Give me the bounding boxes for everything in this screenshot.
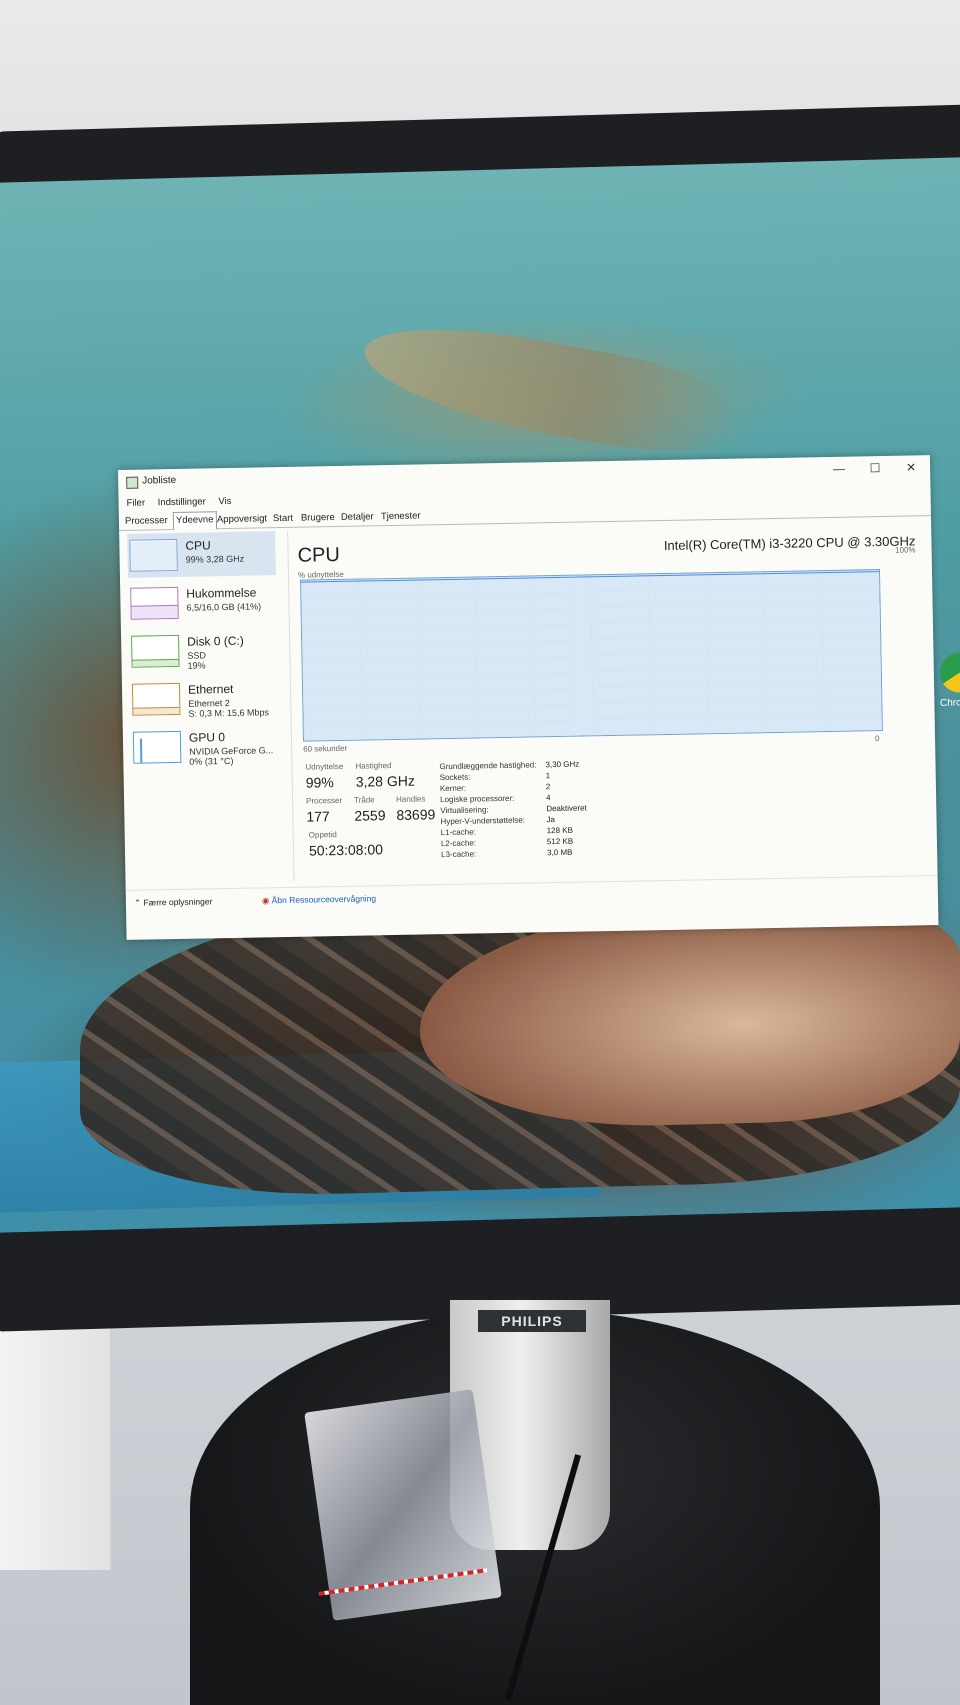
sidebar-item-memory[interactable]: Hukommelse 6,5/16,0 GB (41%) bbox=[128, 579, 277, 626]
sidebar-memory-title: Hukommelse bbox=[186, 585, 257, 601]
spec-value-l1: 128 KB bbox=[546, 825, 574, 836]
processer-value: 177 bbox=[306, 808, 330, 825]
spec-label-cores: Kerner: bbox=[439, 783, 467, 794]
sidebar-cpu-title: CPU bbox=[185, 538, 211, 553]
spec-value-logical: 4 bbox=[545, 793, 551, 803]
fewer-details-link[interactable]: ⌃ Færre oplysninger bbox=[134, 896, 213, 908]
menu-bar: Filer Indstillinger Vis bbox=[127, 496, 242, 509]
sidebar-ethernet-title: Ethernet bbox=[187, 681, 234, 697]
udnyttelse-value: 99% bbox=[305, 774, 334, 791]
minimize-button[interactable]: — bbox=[822, 458, 856, 479]
sidebar-disk-sub: SSD 19% bbox=[187, 650, 207, 671]
sidebar-disk-title: Disk 0 (C:) bbox=[187, 633, 244, 649]
spec-label-base-speed: Grundlæggende hastighed: bbox=[439, 760, 537, 772]
footer-divider bbox=[125, 875, 938, 891]
spec-label-logical: Logiske processorer: bbox=[440, 793, 515, 805]
spec-label-sockets: Sockets: bbox=[439, 772, 471, 783]
processer-label: Processer bbox=[306, 795, 343, 806]
graph-max-label: 100% bbox=[895, 545, 916, 555]
ethernet-thumbnail bbox=[131, 682, 181, 716]
oppetid-label: Oppetid bbox=[308, 830, 337, 840]
tab-detaljer[interactable]: Detaljer bbox=[339, 509, 376, 525]
tab-tjenester[interactable]: Tjenester bbox=[379, 508, 423, 524]
sidebar-ethernet-sub: Ethernet 2 S: 0,3 M: 15,6 Mbps bbox=[188, 697, 270, 719]
oppetid-value: 50:23:08:00 bbox=[308, 841, 384, 859]
menu-indstillinger[interactable]: Indstillinger bbox=[158, 496, 206, 508]
sidebar-memory-sub: 6,5/16,0 GB (41%) bbox=[186, 601, 262, 613]
resource-monitor-icon: ◉ bbox=[261, 895, 272, 906]
sidebar-item-cpu[interactable]: CPU 99% 3,28 GHz bbox=[127, 531, 276, 578]
udnyttelse-label: Udnyttelse bbox=[305, 761, 344, 772]
spec-value-l3: 3,0 MB bbox=[547, 847, 573, 858]
cpu-utilization-graph bbox=[300, 569, 883, 742]
traade-label: Tråde bbox=[354, 795, 375, 805]
spec-value-virtualization: Deaktiveret bbox=[546, 803, 587, 814]
sidebar-gpu-title: GPU 0 bbox=[188, 730, 226, 745]
cpu-thumbnail bbox=[129, 538, 178, 572]
handles-label: Handles bbox=[396, 794, 426, 804]
cpu-heading: CPU bbox=[297, 543, 341, 567]
memory-thumbnail bbox=[130, 586, 179, 620]
graph-min-label: 0 bbox=[874, 734, 880, 744]
hastighed-label: Hastighed bbox=[355, 761, 392, 771]
menu-filer[interactable]: Filer bbox=[127, 498, 146, 509]
tab-start[interactable]: Start bbox=[271, 511, 295, 526]
task-manager-window: Jobliste — ☐ ✕ Filer Indstillinger Vis P… bbox=[118, 455, 939, 940]
close-button[interactable]: ✕ bbox=[894, 457, 928, 478]
tab-ydeevne[interactable]: Ydeevne bbox=[172, 511, 217, 531]
cpu-utilization-fill bbox=[301, 570, 882, 741]
graph-time-label: 60 sekunder bbox=[303, 743, 348, 754]
tab-processer[interactable]: Processer bbox=[123, 513, 170, 529]
sidebar-item-ethernet[interactable]: Ethernet Ethernet 2 S: 0,3 M: 15,6 Mbps bbox=[130, 675, 279, 722]
task-manager-icon bbox=[126, 476, 139, 489]
spec-value-cores: 2 bbox=[545, 782, 551, 792]
sidebar-divider bbox=[287, 530, 295, 881]
traade-value: 2559 bbox=[354, 807, 386, 824]
spec-label-virtualization: Virtualisering: bbox=[440, 805, 489, 816]
window-title: Jobliste bbox=[142, 474, 177, 487]
menu-vis[interactable]: Vis bbox=[218, 496, 231, 507]
white-box bbox=[0, 1310, 112, 1570]
open-resource-monitor-link[interactable]: ◉ Åbn Ressourceovervågning bbox=[262, 893, 376, 906]
monitor-brand-logo: PHILIPS bbox=[478, 1310, 586, 1332]
tab-brugere[interactable]: Brugere bbox=[299, 510, 337, 526]
spec-value-l2: 512 KB bbox=[546, 836, 574, 847]
cpu-model-name: Intel(R) Core(TM) i3-3220 CPU @ 3.30GHz bbox=[663, 533, 916, 554]
screws-bag bbox=[304, 1389, 502, 1621]
sidebar-cpu-sub: 99% 3,28 GHz bbox=[185, 553, 245, 565]
sidebar-item-gpu[interactable]: GPU 0 NVIDIA GeForce G... 0% (31 °C) bbox=[131, 723, 280, 770]
hastighed-value: 3,28 GHz bbox=[355, 772, 416, 790]
chrome-desktop-label[interactable]: Chro bbox=[940, 697, 960, 709]
spec-value-sockets: 1 bbox=[545, 771, 551, 781]
spec-value-base-speed: 3,30 GHz bbox=[545, 759, 580, 770]
tab-appoversigt[interactable]: Appoversigt bbox=[215, 511, 269, 527]
sidebar-item-disk[interactable]: Disk 0 (C:) SSD 19% bbox=[129, 627, 278, 674]
sidebar-gpu-sub: NVIDIA GeForce G... 0% (31 °C) bbox=[189, 745, 274, 767]
spec-value-hyperv: Ja bbox=[546, 815, 556, 825]
spec-label-l3: L3-cache: bbox=[441, 849, 477, 860]
maximize-button[interactable]: ☐ bbox=[858, 458, 892, 479]
handles-value: 83699 bbox=[396, 806, 436, 823]
disk-thumbnail bbox=[131, 634, 180, 668]
spec-label-l1: L1-cache: bbox=[440, 827, 476, 838]
gpu-thumbnail bbox=[132, 730, 182, 764]
wallpaper-fish bbox=[354, 309, 746, 468]
spec-label-hyperv: Hyper-V-understøttelse: bbox=[440, 815, 526, 827]
spec-label-l2: L2-cache: bbox=[440, 838, 477, 849]
chrome-icon[interactable] bbox=[940, 651, 960, 693]
